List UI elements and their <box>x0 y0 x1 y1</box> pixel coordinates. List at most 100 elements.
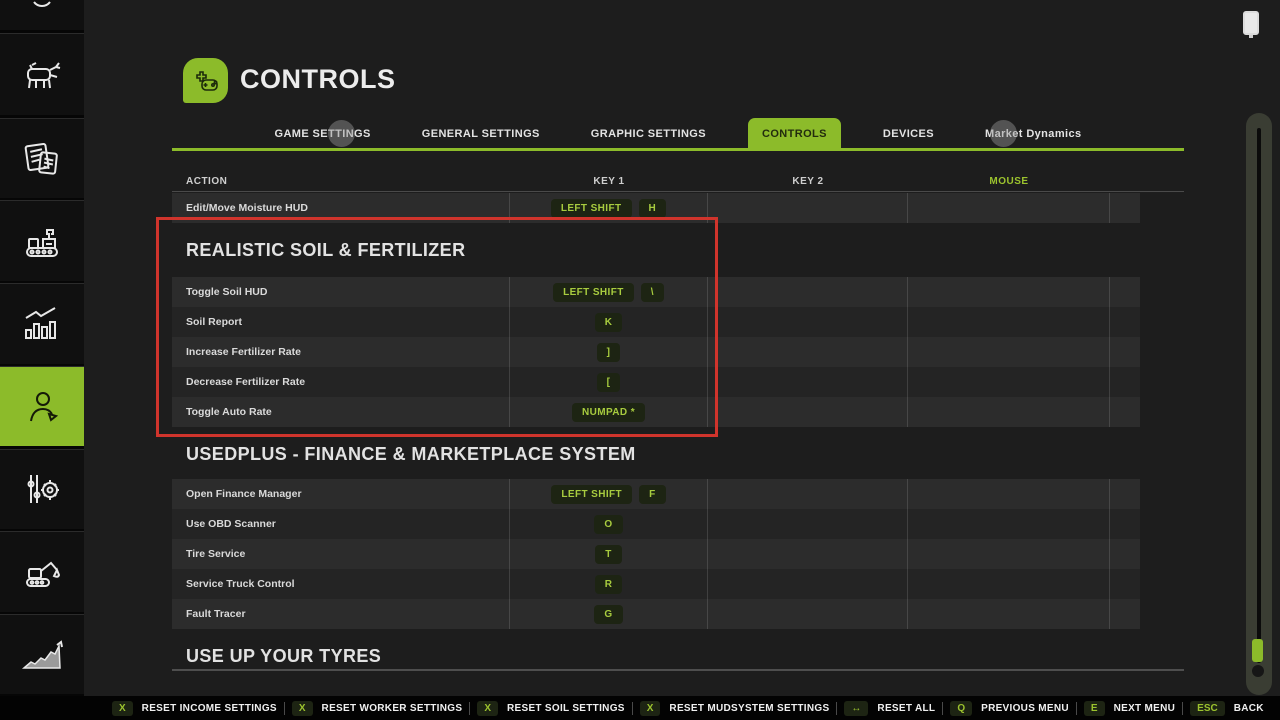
bottom-hotkey-bar: X RESET INCOME SETTINGS XRESET WORKER SETT… <box>0 696 1280 720</box>
action-cell: Toggle Auto Rate <box>172 397 510 427</box>
hotkey-reset-all[interactable]: ↔ RESET ALL <box>844 701 935 716</box>
hotkey-label: RESET ALL <box>877 703 935 714</box>
key-table-header: ACTION KEY 1 KEY 2 MOUSE <box>172 172 1140 190</box>
key-badge[interactable]: \ <box>641 283 664 302</box>
hotkey-next-menu[interactable]: ENEXT MENU <box>1084 701 1175 716</box>
key2-cell <box>708 599 908 629</box>
hotkey-reset-worker-settings[interactable]: XRESET WORKER SETTINGS <box>292 701 462 716</box>
row-tail <box>1110 367 1140 397</box>
mouse-cell <box>908 367 1110 397</box>
table-row[interactable]: Fault Tracer G <box>172 599 1140 629</box>
key-badge[interactable]: H <box>639 199 667 218</box>
table-row[interactable]: Soil Report K <box>172 307 1140 337</box>
key2-cell <box>708 193 908 223</box>
mouse-cell <box>908 307 1110 337</box>
key2-cell <box>708 307 908 337</box>
sidebar-item-controls-person[interactable] <box>0 366 84 446</box>
sidebar-item-settings-tuning[interactable] <box>0 449 84 529</box>
table-row[interactable]: Tire Service T <box>172 539 1140 569</box>
sidebar-item-animals[interactable] <box>0 33 84 115</box>
key2-cell <box>708 539 908 569</box>
key1-cell: O <box>510 509 708 539</box>
separator <box>942 702 943 715</box>
hotkey-label: RESET INCOME SETTINGS <box>142 703 277 714</box>
column-header-key1: KEY 1 <box>510 172 708 190</box>
key-badge[interactable]: O <box>594 515 622 534</box>
action-label: Edit/Move Moisture HUD <box>186 202 308 214</box>
hotkey-key-badge: ↔ <box>844 701 868 716</box>
table-row[interactable]: Toggle Soil HUDLEFT SHIFT\ <box>172 277 1140 307</box>
mouse-cell <box>908 479 1110 509</box>
action-label: Use OBD Scanner <box>186 518 276 530</box>
hotkey-reset-income-settings[interactable]: X RESET INCOME SETTINGS <box>112 701 277 716</box>
hotkey-key-badge: X <box>640 701 661 716</box>
controls-app-icon <box>183 58 228 103</box>
key-badge[interactable]: LEFT SHIFT <box>553 283 634 302</box>
tab-nav-left-dot[interactable] <box>328 120 355 147</box>
tab-controls[interactable]: CONTROLS <box>748 118 841 149</box>
tab-general-settings[interactable]: GENERAL SETTINGS <box>413 118 549 149</box>
key2-cell <box>708 337 908 367</box>
sidebar-item-contracts[interactable] <box>0 118 84 198</box>
sidebar-item-statistics[interactable] <box>0 283 84 364</box>
sidebar-item-time[interactable] <box>0 0 84 30</box>
column-header-key2: KEY 2 <box>708 172 908 190</box>
key1-cell: R <box>510 569 708 599</box>
column-header-action: ACTION <box>172 172 510 190</box>
hotkey-reset-soil-settings[interactable]: XRESET SOIL SETTINGS <box>477 701 624 716</box>
tab-nav-right-dot[interactable] <box>990 120 1017 147</box>
hotkey-label: RESET SOIL SETTINGS <box>507 703 625 714</box>
action-cell: Increase Fertilizer Rate <box>172 337 510 367</box>
tab-graphic-settings[interactable]: GRAPHIC SETTINGS <box>582 118 715 149</box>
key-badge[interactable]: [ <box>597 373 621 392</box>
key-badge[interactable]: R <box>595 575 623 594</box>
key2-cell <box>708 397 908 427</box>
sidebar-item-construction[interactable] <box>0 531 84 612</box>
bar-chart-icon <box>20 304 64 344</box>
row-tail <box>1110 307 1140 337</box>
table-row[interactable]: Increase Fertilizer Rate] <box>172 337 1140 367</box>
hotkey-label: BACK <box>1234 703 1264 714</box>
action-cell: Soil Report <box>172 307 510 337</box>
row-tail <box>1110 277 1140 307</box>
key2-cell <box>708 367 908 397</box>
hotkey-reset-mudsystem-settings[interactable]: X RESET MUDSYSTEM SETTINGS <box>640 701 830 716</box>
hotkey-back[interactable]: ESCBACK <box>1190 701 1264 716</box>
sidebar-item-production[interactable] <box>0 200 84 281</box>
action-cell: Use OBD Scanner <box>172 509 510 539</box>
table-row[interactable]: Edit/Move Moisture HUD LEFT SHIFT H <box>172 193 1140 223</box>
section-underline <box>172 669 1184 671</box>
action-label: Service Truck Control <box>186 578 295 590</box>
scrollbar-thumb[interactable] <box>1252 639 1263 662</box>
hotkey-previous-menu[interactable]: QPREVIOUS MENU <box>950 701 1069 716</box>
action-label: Soil Report <box>186 316 242 328</box>
key-badge[interactable]: LEFT SHIFT <box>551 199 632 218</box>
action-label: Tire Service <box>186 548 245 560</box>
table-row[interactable]: Service Truck Control R <box>172 569 1140 599</box>
table-row[interactable]: Use OBD Scanner O <box>172 509 1140 539</box>
table-row[interactable]: Decrease Fertilizer Rate[ <box>172 367 1140 397</box>
mouse-cell <box>908 337 1110 367</box>
key-badge[interactable]: F <box>639 485 666 504</box>
hotkey-label: RESET MUDSYSTEM SETTINGS <box>669 703 829 714</box>
mouse-cell <box>908 599 1110 629</box>
hotkey-key-badge: X <box>112 701 133 716</box>
key-badge[interactable]: K <box>595 313 623 332</box>
mouse-cell <box>908 397 1110 427</box>
table-row[interactable]: Open Finance ManagerLEFT SHIFTF <box>172 479 1140 509</box>
key-badge[interactable]: G <box>594 605 622 624</box>
sidebar <box>0 0 84 720</box>
tab-devices[interactable]: DEVICES <box>874 118 943 149</box>
tab-game-settings[interactable]: GAME SETTINGS <box>265 118 379 149</box>
main-content: CONTROLS GAME SETTINGS GENERAL SETTINGS … <box>84 0 1280 720</box>
table-row[interactable]: Toggle Auto Rate NUMPAD * <box>172 397 1140 427</box>
key-badge[interactable]: ] <box>597 343 621 362</box>
key-badge[interactable]: LEFT SHIFT <box>551 485 632 504</box>
key-badge[interactable]: T <box>595 545 622 564</box>
row-tail <box>1110 397 1140 427</box>
key-badge[interactable]: NUMPAD * <box>572 403 645 422</box>
action-label: Fault Tracer <box>186 608 246 620</box>
key1-cell: T <box>510 539 708 569</box>
sidebar-item-finances[interactable] <box>0 614 84 694</box>
section-title: USE UP YOUR TYRES <box>172 641 1140 671</box>
